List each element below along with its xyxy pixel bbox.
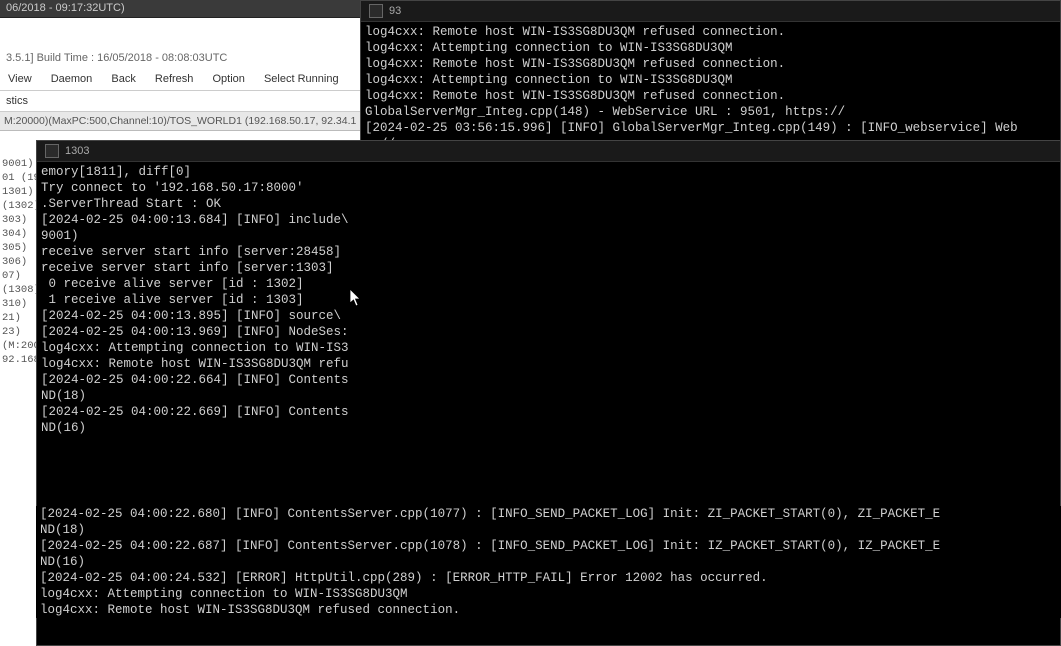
log-line: receive server start info [server:1303] — [41, 260, 358, 276]
log-line: 0 receive alive server [id : 1302] — [41, 276, 358, 292]
sidebar-item[interactable]: (1308) — [0, 283, 36, 297]
log-line: log4cxx: Attempting connection to WIN-IS… — [40, 586, 1057, 602]
sidebar-item[interactable]: 303) — [0, 213, 36, 227]
log-line: [2024-02-25 04:00:22.687] [INFO] Content… — [40, 538, 1057, 554]
log-line: log4cxx: Remote host WIN-IS3SG8DU3QM ref… — [41, 356, 358, 372]
build-time-label: 3.5.1] Build Time : 16/05/2018 - 08:08:0… — [0, 48, 360, 68]
log-line: [2024-02-25 04:00:22.664] [INFO] Content… — [41, 372, 358, 388]
log-line: [2024-02-25 03:56:15.996] [INFO] GlobalS… — [365, 120, 1056, 136]
sidebar-item[interactable]: 23) — [0, 325, 36, 339]
console-title-text: 1303 — [65, 145, 89, 157]
log-line: Try connect to '192.168.50.17:8000' — [41, 180, 358, 196]
sidebar-item[interactable]: (1302) — [0, 199, 36, 213]
sidebar-item[interactable]: 310) — [0, 297, 36, 311]
log-line: ND(18) — [40, 522, 1057, 538]
log-line: ND(16) — [41, 420, 358, 436]
log-line: [2024-02-25 04:00:13.684] [INFO] include… — [41, 212, 358, 228]
log-line: [2024-02-25 04:00:22.680] [INFO] Content… — [40, 506, 1057, 522]
sidebar-item[interactable]: 92.168.5 — [0, 353, 36, 367]
background-menu: View Daemon Back Refresh Option Select R… — [0, 68, 360, 91]
sidebar-item[interactable]: 01 (192. — [0, 171, 36, 185]
log-line: log4cxx: Attempting connection to WIN-IS… — [365, 72, 1056, 88]
log-line: [2024-02-25 04:00:24.532] [ERROR] HttpUt… — [40, 570, 1057, 586]
log-line: 1 receive alive server [id : 1303] — [41, 292, 358, 308]
log-line: ND(18) — [41, 388, 358, 404]
sidebar-item[interactable]: 07) — [0, 269, 36, 283]
console-title-93[interactable]: 93 — [361, 1, 1060, 22]
console-merged-output[interactable]: [2024-02-25 04:00:22.680] [INFO] Content… — [36, 506, 1061, 618]
sidebar-item[interactable]: 304) — [0, 227, 36, 241]
background-tab[interactable]: stics — [0, 91, 360, 112]
log-line: log4cxx: Attempting connection to WIN-IS… — [365, 40, 1056, 56]
log-line: .ServerThread Start : OK — [41, 196, 358, 212]
log-line: GlobalServerMgr_Integ.cpp(148) - WebServ… — [365, 104, 1056, 120]
console-title-1303[interactable]: 1303 — [37, 141, 1060, 162]
console-body-1303[interactable]: emory[1811], diff[0]Try connect to '192.… — [37, 162, 362, 438]
log-line: receive server start info [server:28458] — [41, 244, 358, 260]
sidebar-item[interactable]: 9001) ( — [0, 157, 36, 171]
console-title-text: 93 — [389, 5, 401, 17]
log-line: log4cxx: Remote host WIN-IS3SG8DU3QM ref… — [40, 602, 1057, 618]
background-status: M:20000)(MaxPC:500,Channel:10)/TOS_WORLD… — [0, 112, 360, 131]
menu-select-running[interactable]: Select Running — [256, 69, 347, 89]
sidebar-item[interactable]: (M:200 — [0, 339, 36, 353]
sidebar-item[interactable]: 21) — [0, 311, 36, 325]
log-line: 9001) — [41, 228, 358, 244]
menu-refresh[interactable]: Refresh — [147, 69, 202, 89]
menu-view[interactable]: View — [0, 69, 40, 89]
log-line: log4cxx: Remote host WIN-IS3SG8DU3QM ref… — [365, 24, 1056, 40]
log-line: [2024-02-25 04:00:13.895] [INFO] source\ — [41, 308, 358, 324]
log-line: emory[1811], diff[0] — [41, 164, 358, 180]
log-line: [2024-02-25 04:00:13.969] [INFO] NodeSes… — [41, 324, 358, 340]
log-line: log4cxx: Attempting connection to WIN-IS… — [41, 340, 358, 356]
menu-daemon[interactable]: Daemon — [43, 69, 101, 89]
sidebar-item[interactable]: 306) — [0, 255, 36, 269]
background-titlebar[interactable]: 06/2018 - 09:17:32UTC) — [0, 0, 360, 18]
menu-back[interactable]: Back — [103, 69, 143, 89]
background-sidebar: 9001) (01 (192.1301)(1302)303)304)305)30… — [0, 157, 36, 367]
menu-option[interactable]: Option — [204, 69, 252, 89]
log-line: log4cxx: Remote host WIN-IS3SG8DU3QM ref… — [365, 56, 1056, 72]
mouse-cursor — [350, 289, 362, 307]
console-icon — [45, 144, 59, 158]
sidebar-item[interactable]: 1301) — [0, 185, 36, 199]
sidebar-item[interactable]: 305) — [0, 241, 36, 255]
log-line: [2024-02-25 04:00:22.669] [INFO] Content… — [41, 404, 358, 420]
console-icon — [369, 4, 383, 18]
log-line: log4cxx: Remote host WIN-IS3SG8DU3QM ref… — [365, 88, 1056, 104]
log-line: ND(16) — [40, 554, 1057, 570]
